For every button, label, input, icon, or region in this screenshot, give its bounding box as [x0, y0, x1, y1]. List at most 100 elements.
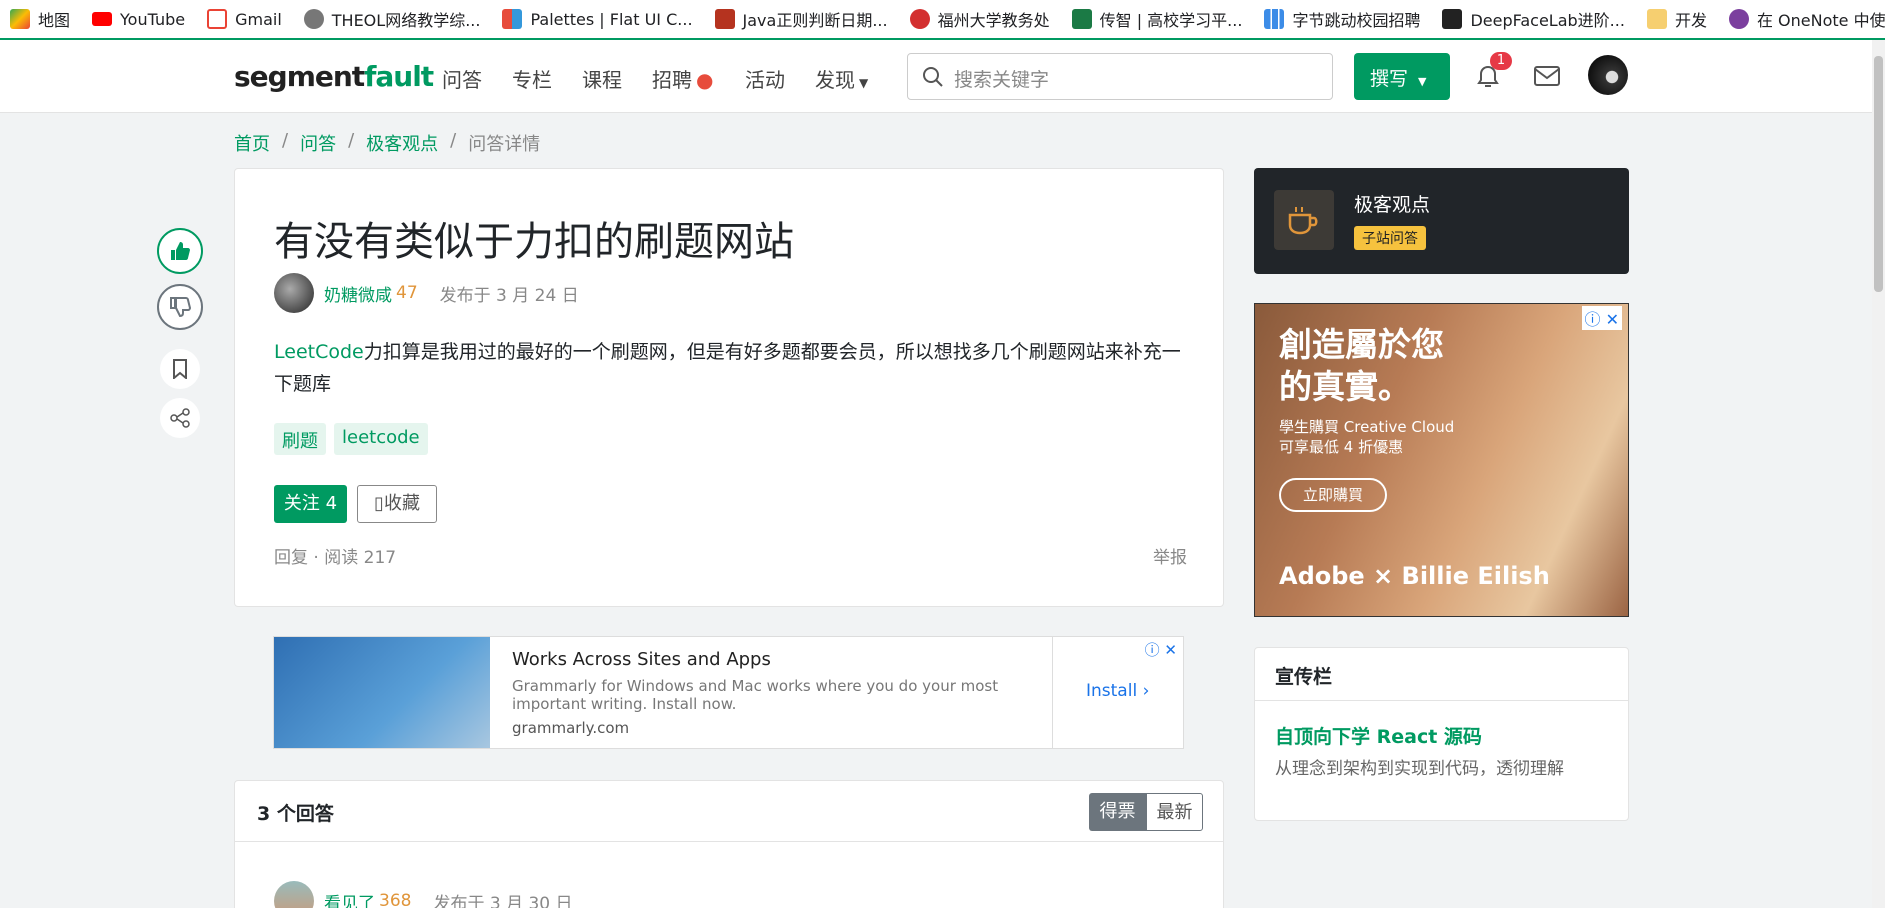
question-title: 有没有类似于力扣的刷题网站 — [274, 219, 794, 265]
tag-shuati[interactable]: 刷题 — [274, 423, 326, 455]
coffee-icon — [1274, 190, 1334, 250]
ad-url: grammarly.com — [512, 719, 630, 737]
bookmark-deepfacelab[interactable]: DeepFaceLab进阶... — [1442, 7, 1625, 31]
java-site-icon — [714, 9, 735, 29]
breadcrumb-questions[interactable]: 问答 — [300, 130, 336, 156]
community-badge: 子站问答 — [1354, 226, 1426, 250]
grammarly-ad[interactable]: Works Across Sites and Apps Grammarly fo… — [273, 636, 1184, 749]
adobe-ad[interactable]: 創造屬於您 的真實。 學生購買 Creative Cloud 可享最低 4 折優惠 … — [1254, 303, 1629, 617]
fzu-icon — [909, 9, 930, 29]
answer-author: 看见了 368 发布于 3 月 30 日 — [274, 881, 573, 908]
tag-leetcode[interactable]: leetcode — [334, 423, 428, 455]
bookmark-chuanzhi[interactable]: 传智 | 高校学习平... — [1071, 7, 1242, 31]
breadcrumb-current: 问答详情 — [468, 134, 541, 155]
breadcrumb-home[interactable]: 首页 — [234, 130, 270, 156]
bookmark-icon: ▯ — [374, 493, 384, 514]
nav-jobs[interactable]: 招聘 ● — [652, 64, 713, 93]
ad-close-icon[interactable]: ⓘ ✕ — [1145, 639, 1177, 660]
deepfacelab-icon — [1442, 9, 1463, 29]
bookmark-theol[interactable]: THEOL网络教学综... — [303, 7, 480, 31]
thumbs-down-icon — [170, 297, 192, 318]
bookmark-java[interactable]: Java正则判断日期... — [714, 7, 888, 31]
write-button[interactable]: 撰写 ▼ — [1354, 53, 1450, 100]
bookmark-fzu[interactable]: 福州大学教务处 — [909, 7, 1050, 31]
answer-date: 发布于 3 月 30 日 — [433, 893, 573, 908]
gmail-icon — [207, 9, 228, 29]
bookmark-onenote[interactable]: 在 OneNote 中使... — [1728, 7, 1885, 31]
ad-buy-button[interactable]: 立即購買 — [1279, 478, 1387, 512]
author-name[interactable]: 奶糖微咸 — [324, 281, 392, 306]
downvote-button[interactable] — [157, 284, 203, 330]
bookmark-gmail[interactable]: Gmail — [207, 9, 282, 29]
maps-icon — [10, 9, 30, 29]
site-logo[interactable]: segmentfault — [234, 60, 434, 93]
leetcode-link[interactable]: LeetCode — [274, 341, 364, 363]
search-icon — [923, 67, 943, 87]
bookmark-maps[interactable]: 地图 — [10, 7, 70, 31]
bookmark-side-button[interactable] — [160, 349, 200, 389]
nav-events[interactable]: 活动 — [745, 64, 785, 93]
author-avatar[interactable] — [274, 273, 314, 313]
sort-by-newest[interactable]: 最新 — [1146, 793, 1203, 831]
scrollbar[interactable] — [1872, 40, 1885, 908]
user-avatar[interactable] — [1588, 55, 1628, 95]
youtube-icon — [92, 12, 113, 26]
ad-image — [274, 637, 490, 748]
nav-columns[interactable]: 专栏 — [512, 64, 552, 93]
folder-icon — [1646, 9, 1667, 29]
scrollbar-thumb[interactable] — [1874, 56, 1883, 292]
ad-brand: Adobe × Billie Eilish — [1279, 562, 1550, 590]
answer-author-name[interactable]: 看见了 — [324, 889, 375, 908]
report-link[interactable]: 举报 — [1153, 543, 1187, 568]
globe-icon — [303, 9, 324, 29]
graduation-cap-icon — [1071, 9, 1092, 29]
chevron-right-icon: › — [1142, 681, 1150, 701]
fire-icon: ● — [696, 68, 714, 92]
nav-courses[interactable]: 课程 — [582, 64, 622, 93]
notification-badge: 1 — [1490, 52, 1512, 70]
sort-by-votes[interactable]: 得票 — [1089, 793, 1146, 831]
answers-count: 3 个回答 — [257, 803, 334, 825]
community-name: 极客观点 — [1354, 194, 1431, 216]
reply-link[interactable]: 回复 — [274, 548, 308, 568]
bookmark-youtube[interactable]: YouTube — [92, 10, 185, 29]
nav-discover[interactable]: 发现 ▼ — [815, 64, 868, 93]
collect-button[interactable]: ▯收藏 — [357, 485, 437, 523]
community-card[interactable]: 极客观点 子站问答 — [1254, 168, 1629, 274]
caret-down-icon: ▼ — [1418, 75, 1427, 88]
mail-icon[interactable] — [1534, 66, 1560, 86]
upvote-button[interactable] — [157, 228, 203, 274]
promo-description: 从理念到架构到实现到代码，透彻理解 — [1275, 759, 1564, 779]
onenote-icon — [1728, 9, 1749, 29]
answers-section: 3 个回答 得票 最新 看见了 368 发布于 3 月 30 日 — [234, 780, 1224, 908]
answer-author-rep: 368 — [379, 891, 412, 908]
bookmark-bytedance[interactable]: 字节跳动校园招聘 — [1264, 7, 1420, 31]
promo-title[interactable]: 自顶向下学 React 源码 — [1275, 722, 1482, 749]
caret-down-icon: ▼ — [859, 76, 869, 90]
bytedance-icon — [1264, 9, 1285, 29]
read-count: 阅读 217 — [324, 548, 397, 568]
ad-install-button[interactable]: Install › — [1086, 681, 1149, 701]
ad-close-icon[interactable]: ⓘ ✕ — [1581, 306, 1622, 330]
bookmark-palettes[interactable]: Palettes | Flat UI C... — [502, 9, 693, 29]
ad-headline: 創造屬於您 的真實。 — [1279, 325, 1444, 406]
palettes-icon — [502, 9, 523, 29]
share-button[interactable] — [160, 398, 200, 438]
question-card: 有没有类似于力扣的刷题网站 奶糖微咸 47 发布于 3 月 24 日 LeetC… — [234, 168, 1224, 607]
thumbs-up-icon — [171, 242, 190, 260]
ad-description: Grammarly for Windows and Mac works wher… — [512, 677, 999, 713]
bookmark-folder-dev[interactable]: 开发 — [1646, 7, 1707, 31]
promo-card: 宣传栏 自顶向下学 React 源码 从理念到架构到实现到代码，透彻理解 — [1254, 647, 1629, 821]
question-body: LeetCode力扣算是我用过的最好的一个刷题网，但是有好多题都要会员，所以想找… — [274, 341, 1181, 395]
ad-subtext: 學生購買 Creative Cloud 可享最低 4 折優惠 — [1279, 418, 1455, 456]
bookmarks-bar: 地图 YouTube Gmail THEOL网络教学综... Palettes … — [0, 0, 1885, 40]
nav-questions[interactable]: 问答 — [442, 64, 482, 93]
answer-avatar[interactable] — [274, 881, 314, 908]
site-header: segmentfault 问答 专栏 课程 招聘 ● 活动 发现 ▼ 搜索关键字 撰… — [0, 40, 1872, 113]
follow-button[interactable]: 关注 4 — [274, 485, 347, 523]
search-input[interactable]: 搜索关键字 — [907, 53, 1333, 100]
question-author: 奶糖微咸 47 发布于 3 月 24 日 — [274, 273, 579, 313]
breadcrumb-geek[interactable]: 极客观点 — [366, 130, 438, 156]
bookmark-icon — [173, 359, 187, 379]
promo-header: 宣传栏 — [1275, 666, 1333, 688]
